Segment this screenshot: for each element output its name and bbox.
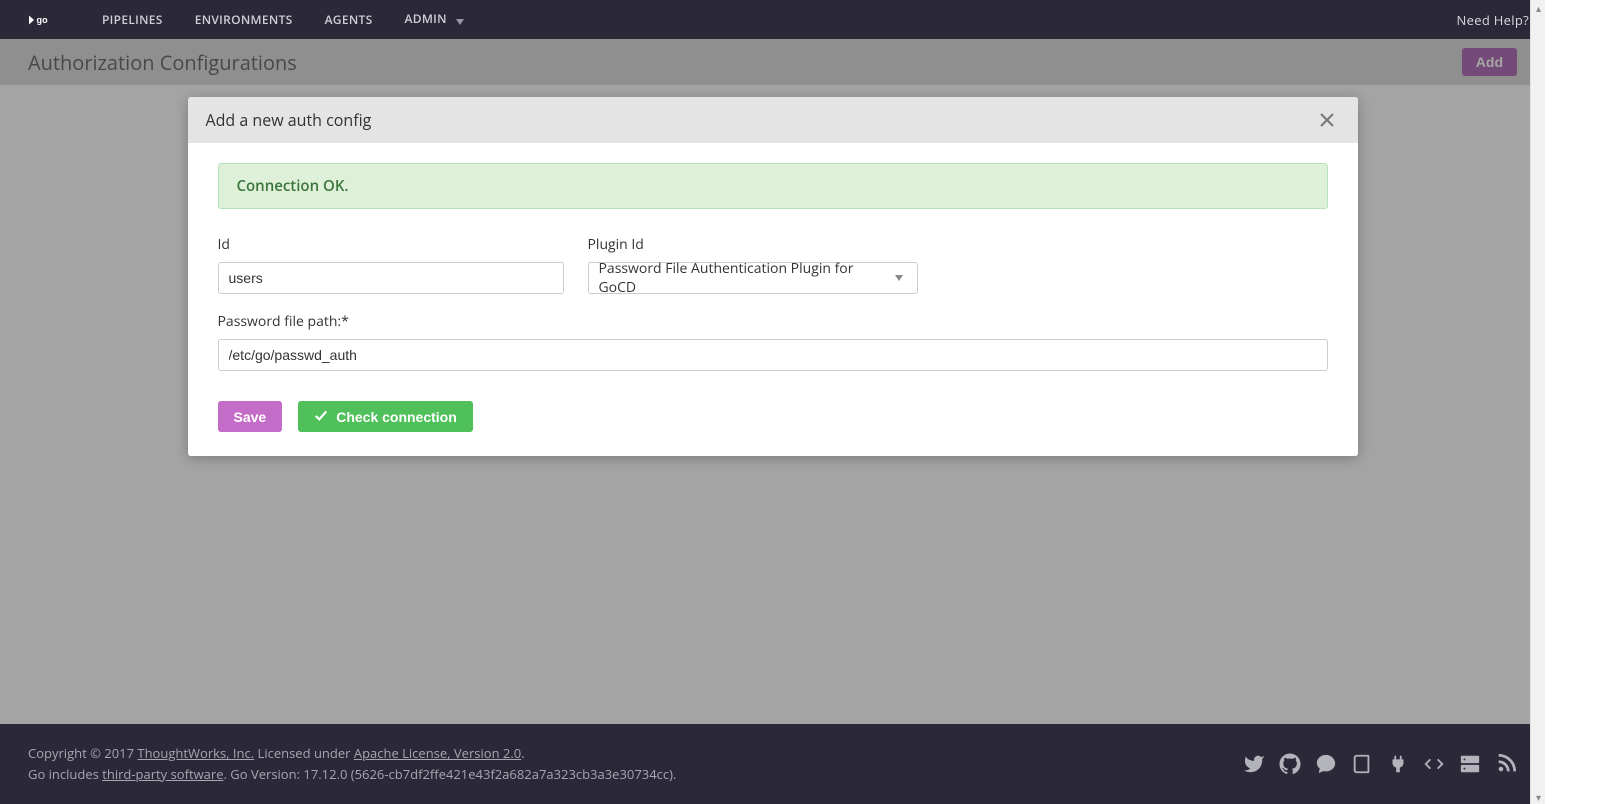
- check-connection-button[interactable]: Check connection: [298, 401, 473, 432]
- footer-copyright-prefix: Copyright © 2017: [28, 744, 137, 762]
- top-nav: go PIPELINES ENVIRONMENTS AGENTS ADMIN N…: [0, 0, 1545, 39]
- plugin-field-group: Plugin Id Password File Authentication P…: [588, 235, 918, 294]
- need-help-link[interactable]: Need Help?: [1457, 11, 1529, 29]
- third-party-link[interactable]: third-party software: [102, 765, 223, 783]
- plugin-select[interactable]: Password File Authentication Plugin for …: [588, 262, 918, 294]
- modal-body: Connection OK. Id Plugin Id Password Fil…: [188, 143, 1358, 456]
- auth-config-modal: Add a new auth config Connection OK. Id …: [188, 97, 1358, 456]
- footer-licensed: Licensed under: [254, 744, 354, 762]
- code-icon[interactable]: [1423, 753, 1445, 775]
- save-button[interactable]: Save: [218, 401, 283, 432]
- check-icon: [314, 408, 328, 425]
- nav-admin-label: ADMIN: [405, 10, 447, 27]
- nav-pipelines[interactable]: PIPELINES: [102, 11, 163, 28]
- password-path-label: Password file path:*: [218, 312, 1328, 331]
- footer-icons: [1243, 753, 1517, 775]
- rss-icon[interactable]: [1495, 753, 1517, 775]
- thoughtworks-link[interactable]: ThoughtWorks, Inc.: [137, 744, 254, 762]
- footer: Copyright © 2017 ThoughtWorks, Inc. Lice…: [0, 724, 1545, 804]
- password-path-input[interactable]: [218, 339, 1328, 371]
- twitter-icon[interactable]: [1243, 753, 1265, 775]
- apache-license-link[interactable]: Apache License, Version 2.0: [354, 744, 521, 762]
- password-path-group: Password file path:*: [218, 312, 1328, 371]
- chevron-down-icon: [891, 275, 907, 281]
- scroll-up-icon[interactable]: ▴: [1531, 0, 1546, 15]
- nav-environments[interactable]: ENVIRONMENTS: [195, 11, 293, 28]
- go-logo-icon: go: [28, 10, 58, 30]
- id-label: Id: [218, 235, 564, 254]
- gocd-logo[interactable]: go: [28, 10, 58, 30]
- nav-agents[interactable]: AGENTS: [325, 11, 373, 28]
- id-field-group: Id: [218, 235, 564, 294]
- svg-text:go: go: [37, 15, 49, 25]
- footer-version: . Go Version: 17.12.0 (5626-cb7df2ffe421…: [224, 765, 677, 783]
- id-input[interactable]: [218, 262, 564, 294]
- server-icon[interactable]: [1459, 753, 1481, 775]
- close-icon[interactable]: [1318, 111, 1336, 129]
- nav-admin[interactable]: ADMIN: [405, 10, 465, 28]
- scrollbar[interactable]: ▴ ▾: [1530, 0, 1545, 804]
- chat-icon[interactable]: [1315, 753, 1337, 775]
- book-icon[interactable]: [1351, 753, 1373, 775]
- plugin-icon[interactable]: [1387, 753, 1409, 775]
- modal-title: Add a new auth config: [206, 109, 1318, 131]
- chevron-down-icon: [456, 12, 464, 29]
- github-icon[interactable]: [1279, 753, 1301, 775]
- plugin-select-value: Password File Authentication Plugin for …: [599, 259, 891, 297]
- connection-status-alert: Connection OK.: [218, 163, 1328, 209]
- modal-header: Add a new auth config: [188, 97, 1358, 143]
- footer-period1: .: [521, 744, 524, 762]
- check-connection-label: Check connection: [336, 409, 457, 425]
- plugin-label: Plugin Id: [588, 235, 918, 254]
- footer-text: Copyright © 2017 ThoughtWorks, Inc. Lice…: [28, 743, 1243, 785]
- scroll-down-icon[interactable]: ▾: [1531, 789, 1546, 804]
- footer-line2-prefix: Go includes: [28, 765, 102, 783]
